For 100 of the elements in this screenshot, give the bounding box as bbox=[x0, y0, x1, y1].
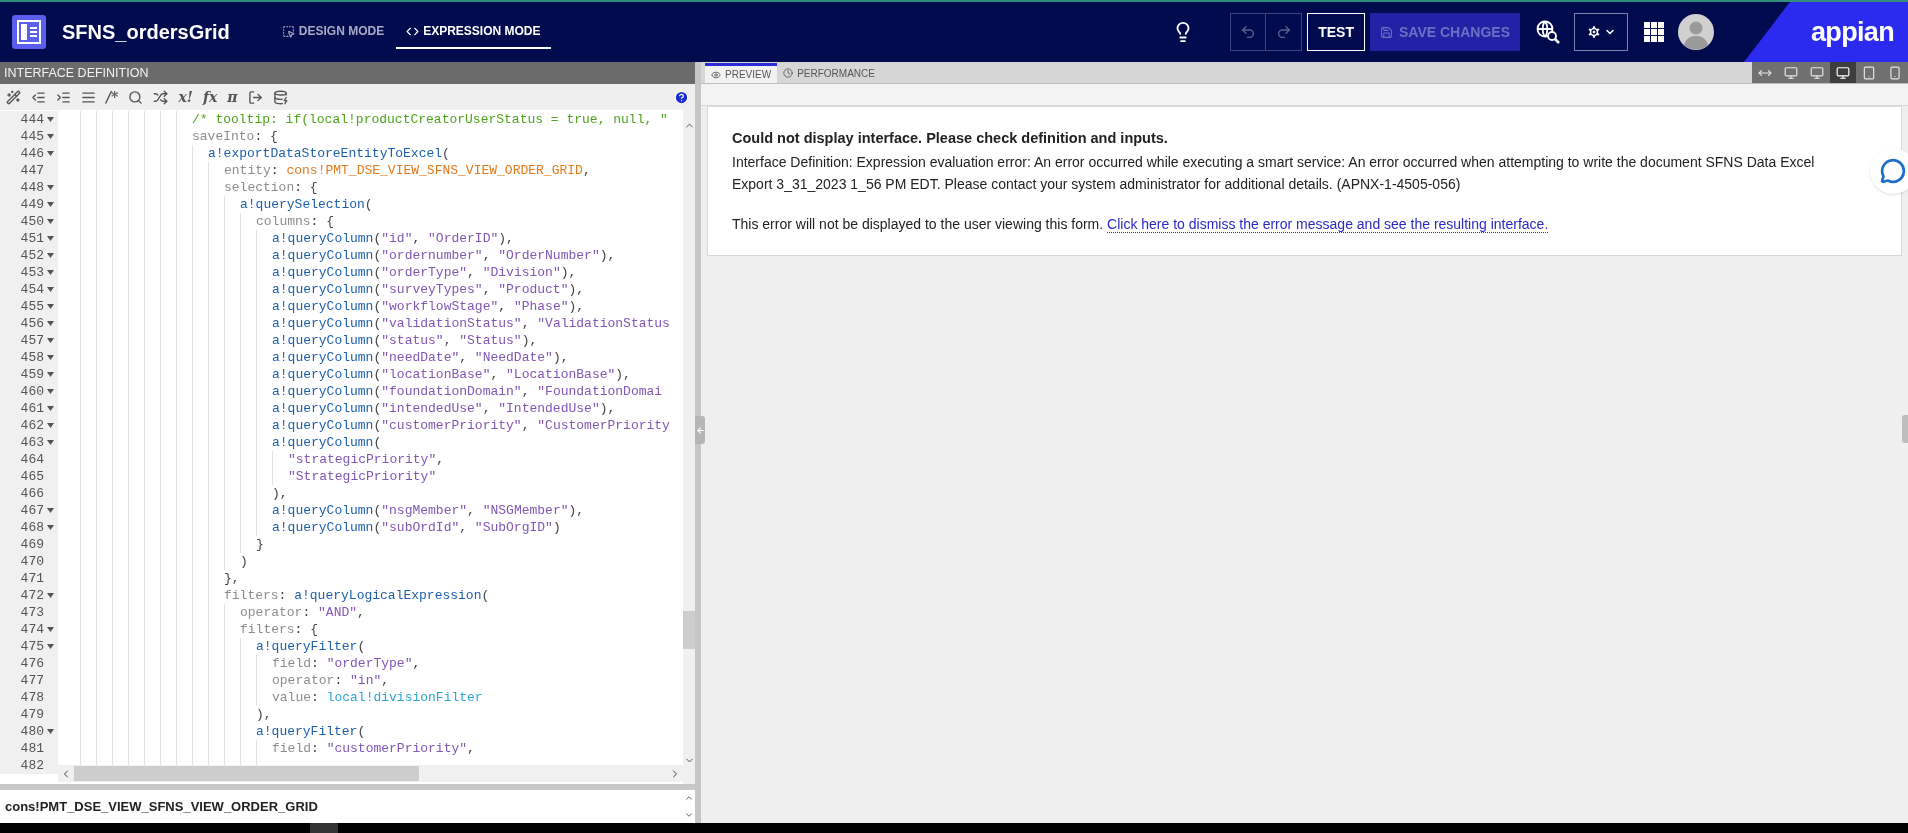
line-number: 481 bbox=[20, 740, 44, 757]
code-line: } bbox=[256, 536, 264, 553]
settings-button[interactable] bbox=[1574, 13, 1628, 51]
collapse-handle[interactable] bbox=[695, 416, 705, 444]
shuffle-icon[interactable] bbox=[153, 89, 169, 105]
fold-arrow-icon[interactable] bbox=[47, 593, 54, 598]
code-line: /* tooltip: if(local!productCreatorUserStatus = true, null, " bbox=[192, 111, 668, 128]
dismiss-link[interactable]: Click here to dismiss the error message and see the resulting interface. bbox=[1107, 216, 1549, 233]
line-number: 464 bbox=[20, 451, 44, 468]
eye-icon bbox=[711, 69, 721, 80]
fold-arrow-icon[interactable] bbox=[47, 304, 54, 309]
line-number: 469 bbox=[20, 536, 44, 553]
monitor-icon bbox=[1836, 65, 1850, 80]
fold-arrow-icon[interactable] bbox=[47, 321, 54, 326]
avatar[interactable] bbox=[1678, 14, 1714, 50]
fold-arrow-icon[interactable] bbox=[47, 219, 54, 224]
align-icon[interactable] bbox=[81, 89, 96, 105]
fold-arrow-icon[interactable] bbox=[47, 117, 54, 122]
code-line: "strategicPriority", bbox=[288, 451, 445, 468]
code-line: a!queryFilter( bbox=[256, 638, 366, 655]
fold-arrow-icon[interactable] bbox=[47, 406, 54, 411]
mode-tab[interactable]: DESIGN MODE bbox=[271, 15, 395, 49]
code-line: "StrategicPriority" bbox=[288, 468, 437, 485]
code-line: ), bbox=[272, 485, 288, 502]
expand-handle[interactable] bbox=[1902, 415, 1908, 443]
database-icon[interactable] bbox=[272, 89, 288, 105]
line-number: 459 bbox=[20, 366, 44, 383]
search-icon[interactable] bbox=[128, 89, 144, 105]
preview-tab[interactable]: PERFORMANCE bbox=[777, 63, 881, 83]
fold-arrow-icon[interactable] bbox=[47, 338, 54, 343]
line-number: 471 bbox=[20, 570, 44, 587]
outdent-icon[interactable] bbox=[31, 89, 46, 105]
fold-arrow-icon[interactable] bbox=[47, 287, 54, 292]
code-line: value: local!divisionFilter bbox=[272, 689, 483, 706]
line-number: 472 bbox=[20, 587, 44, 604]
export-icon[interactable] bbox=[247, 89, 263, 105]
code-line: operator: "in", bbox=[272, 672, 390, 689]
expression-value: cons!PMT_DSE_VIEW_SFNS_VIEW_ORDER_GRID bbox=[5, 797, 318, 816]
code-line: a!queryColumn("intendedUse", "IntendedUse"), bbox=[272, 400, 616, 417]
fold-arrow-icon[interactable] bbox=[47, 134, 54, 139]
code-line: a!queryFilter( bbox=[256, 723, 366, 740]
line-number: 482 bbox=[20, 757, 44, 774]
code-line: filters: { bbox=[240, 621, 318, 638]
fold-arrow-icon[interactable] bbox=[47, 627, 54, 632]
toolbar-button[interactable]: /* bbox=[106, 90, 119, 104]
code-line: a!queryColumn("ordernumber", "OrderNumber"), bbox=[272, 247, 616, 264]
code-line: a!querySelection( bbox=[240, 196, 373, 213]
fold-arrow-icon[interactable] bbox=[47, 644, 54, 649]
clock-icon bbox=[783, 68, 794, 78]
code-line: a!queryColumn("orderType", "Division"), bbox=[272, 264, 577, 281]
vertical-scrollbar[interactable] bbox=[683, 110, 695, 784]
code-line: selection: { bbox=[224, 179, 318, 196]
line-number: 463 bbox=[20, 434, 44, 451]
fold-arrow-icon[interactable] bbox=[47, 253, 54, 258]
fold-arrow-icon[interactable] bbox=[47, 729, 54, 734]
test-button[interactable]: TEST bbox=[1307, 13, 1365, 51]
line-number: 458 bbox=[20, 349, 44, 366]
fold-arrow-icon[interactable] bbox=[47, 389, 54, 394]
line-number: 457 bbox=[20, 332, 44, 349]
fold-arrow-icon[interactable] bbox=[47, 202, 54, 207]
code-editor[interactable] bbox=[0, 110, 695, 784]
toolbar-button[interactable]: π bbox=[227, 90, 238, 104]
preview-tab[interactable]: PREVIEW bbox=[705, 63, 778, 83]
scroll-thumb[interactable] bbox=[683, 611, 695, 649]
fold-arrow-icon[interactable] bbox=[47, 355, 54, 360]
chat-icon bbox=[1880, 158, 1906, 184]
appian-logo[interactable]: appian bbox=[1811, 11, 1894, 53]
fold-arrow-icon[interactable] bbox=[47, 508, 54, 513]
code-line: operator: "AND", bbox=[240, 604, 365, 621]
line-number: 479 bbox=[20, 706, 44, 723]
code-line: a!queryColumn("nsgMember", "NSGMember"), bbox=[272, 502, 585, 519]
save-icon bbox=[1380, 25, 1393, 39]
code-line: a!queryColumn("customerPriority", "CustomerPriority bbox=[272, 417, 670, 434]
fold-arrow-icon[interactable] bbox=[47, 525, 54, 530]
code-line: a!queryColumn("workflowStage", "Phase"), bbox=[272, 298, 585, 315]
indent-icon[interactable] bbox=[56, 89, 71, 105]
help-icon[interactable] bbox=[674, 89, 689, 105]
phone-icon bbox=[1888, 65, 1902, 80]
code-line: a!queryColumn("subOrdId", "SubOrgID") bbox=[272, 519, 561, 536]
fold-arrow-icon[interactable] bbox=[47, 151, 54, 156]
fold-arrow-icon[interactable] bbox=[47, 372, 54, 377]
fold-arrow-icon[interactable] bbox=[47, 236, 54, 241]
app-icon[interactable] bbox=[12, 15, 46, 49]
mode-tab[interactable]: EXPRESSION MODE bbox=[396, 15, 551, 49]
fold-arrow-icon[interactable] bbox=[47, 185, 54, 190]
line-number: 470 bbox=[20, 553, 44, 570]
scroll-thumb[interactable] bbox=[74, 766, 419, 781]
interface-title: SFNS_ordersGrid bbox=[62, 20, 230, 45]
fold-arrow-icon[interactable] bbox=[47, 270, 54, 275]
line-number: 445 bbox=[20, 128, 44, 145]
device-button[interactable] bbox=[1830, 62, 1856, 83]
globe-search-icon[interactable] bbox=[1536, 20, 1560, 44]
fold-arrow-icon[interactable] bbox=[47, 440, 54, 445]
code-line: columns: { bbox=[256, 213, 334, 230]
magic-wand-icon[interactable] bbox=[6, 89, 21, 105]
app-grid-icon[interactable] bbox=[1644, 22, 1664, 42]
fold-arrow-icon[interactable] bbox=[47, 423, 54, 428]
line-number: 456 bbox=[20, 315, 44, 332]
toolbar-button[interactable]: fx bbox=[202, 90, 218, 104]
toolbar-button[interactable]: x! bbox=[178, 90, 193, 104]
